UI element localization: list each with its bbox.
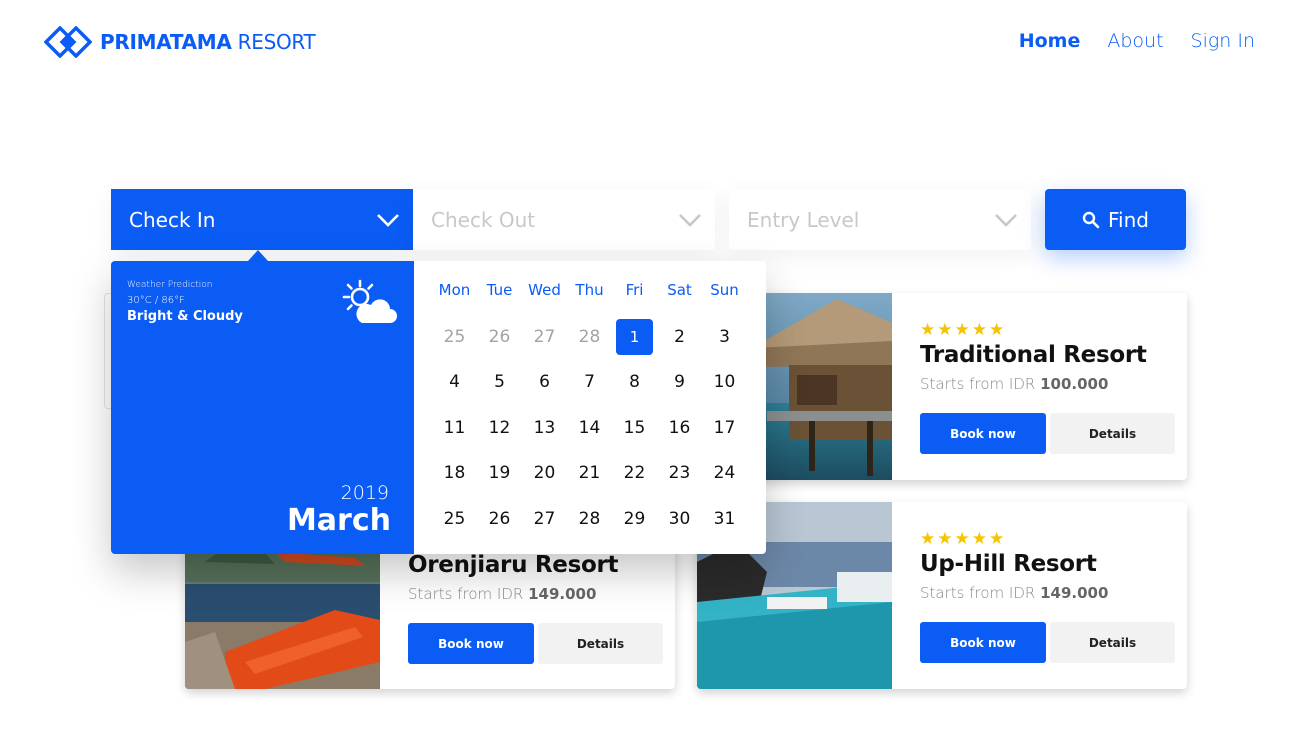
picker-pointer xyxy=(248,250,268,261)
calendar-day[interactable]: 13 xyxy=(522,405,567,451)
calendar-day[interactable]: 9 xyxy=(657,360,702,406)
brand-name: PRIMATAMA RESORT xyxy=(100,30,316,54)
resort-info: ★★★★★ Traditional Resort Starts from IDR… xyxy=(892,293,1187,480)
calendar-day[interactable]: 4 xyxy=(432,360,477,406)
find-button[interactable]: Find xyxy=(1045,189,1186,250)
calendar-day[interactable]: 28 xyxy=(567,314,612,360)
calendar-day[interactable]: 23 xyxy=(657,451,702,497)
weekday-label: Wed xyxy=(528,281,561,299)
check-in-dropdown[interactable]: Check In xyxy=(111,189,413,250)
weather-panel: Weather Prediction 30°C / 86°F Bright & … xyxy=(111,261,414,554)
sun-cloud-icon xyxy=(342,279,397,323)
weather-temperature: 30°C / 86°F xyxy=(127,295,185,306)
calendar-day-selected[interactable]: 1 xyxy=(612,314,657,360)
calendar-day[interactable]: 25 xyxy=(432,314,477,360)
resort-price: Starts from IDR 100.000 xyxy=(920,375,1109,393)
entry-level-label: Entry Level xyxy=(747,207,860,232)
rating-stars: ★★★★★ xyxy=(920,529,1007,549)
calendar-day[interactable]: 5 xyxy=(477,360,522,406)
calendar-day[interactable]: 8 xyxy=(612,360,657,406)
calendar-day[interactable]: 30 xyxy=(657,496,702,542)
find-label: Find xyxy=(1108,207,1149,232)
nav-sign-in-link[interactable]: Sign In xyxy=(1191,30,1255,52)
main-nav: Home About Sign In xyxy=(1019,30,1255,52)
rating-stars: ★★★★★ xyxy=(920,320,1007,340)
book-now-button[interactable]: Book now xyxy=(920,622,1046,663)
logo-icon xyxy=(44,26,92,58)
weekday-header: Mon Tue Wed Thu Fri Sat Sun xyxy=(432,281,747,299)
calendar-days: 25 26 27 28 1 2 3 4 5 6 7 8 9 10 11 12 13 14 15 16 17 18 19 20 2… xyxy=(432,314,747,542)
calendar-day[interactable]: 20 xyxy=(522,451,567,497)
check-in-label: Check In xyxy=(129,207,216,232)
book-now-button[interactable]: Book now xyxy=(920,413,1046,454)
calendar-day[interactable]: 27 xyxy=(522,314,567,360)
resort-price: Starts from IDR 149.000 xyxy=(408,585,597,603)
calendar-day[interactable]: 6 xyxy=(522,360,567,406)
calendar-day[interactable]: 26 xyxy=(477,496,522,542)
calendar-day[interactable]: 17 xyxy=(702,405,747,451)
calendar-day[interactable]: 11 xyxy=(432,405,477,451)
nav-home-link[interactable]: Home xyxy=(1019,30,1081,52)
details-button[interactable]: Details xyxy=(1050,622,1175,663)
resort-name: Orenjiaru Resort xyxy=(408,552,619,578)
nav-about-link[interactable]: About xyxy=(1107,30,1163,52)
check-out-label: Check Out xyxy=(431,207,536,232)
calendar-day[interactable]: 22 xyxy=(612,451,657,497)
date-picker: Weather Prediction 30°C / 86°F Bright & … xyxy=(111,261,766,554)
weekday-label: Sat xyxy=(667,281,692,299)
book-now-button[interactable]: Book now xyxy=(408,623,534,664)
weather-title: Weather Prediction xyxy=(127,280,213,290)
calendar-day[interactable]: 19 xyxy=(477,451,522,497)
details-button[interactable]: Details xyxy=(538,623,663,664)
calendar-day[interactable]: 2 xyxy=(657,314,702,360)
calendar-day[interactable]: 31 xyxy=(702,496,747,542)
calendar-day[interactable]: 3 xyxy=(702,314,747,360)
calendar-day[interactable]: 28 xyxy=(567,496,612,542)
calendar-day[interactable]: 29 xyxy=(612,496,657,542)
resort-card-traditional: ★★★★★ Traditional Resort Starts from IDR… xyxy=(697,293,1187,480)
calendar-month: March xyxy=(286,503,391,538)
search-icon xyxy=(1082,211,1100,228)
entry-level-dropdown[interactable]: Entry Level xyxy=(729,189,1031,250)
calendar-year: 2019 xyxy=(340,482,389,504)
calendar-day[interactable]: 21 xyxy=(567,451,612,497)
chevron-down-icon xyxy=(995,213,1017,227)
calendar-day[interactable]: 18 xyxy=(432,451,477,497)
weekday-label: Mon xyxy=(438,281,471,299)
weather-description: Bright & Cloudy xyxy=(127,309,243,324)
brand-logo[interactable]: PRIMATAMA RESORT xyxy=(44,26,316,58)
calendar-day[interactable]: 24 xyxy=(702,451,747,497)
resort-price: Starts from IDR 149.000 xyxy=(920,584,1109,602)
resort-card-up-hill: ★★★★★ Up-Hill Resort Starts from IDR 149… xyxy=(697,502,1187,689)
calendar-day[interactable]: 10 xyxy=(702,360,747,406)
details-button[interactable]: Details xyxy=(1050,413,1175,454)
chevron-down-icon xyxy=(679,213,701,227)
booking-search-bar: Check In Check Out Entry Level Find xyxy=(111,189,1186,250)
check-out-dropdown[interactable]: Check Out xyxy=(413,189,715,250)
calendar-day[interactable]: 7 xyxy=(567,360,612,406)
calendar-day[interactable]: 12 xyxy=(477,405,522,451)
calendar-day[interactable]: 27 xyxy=(522,496,567,542)
calendar-day[interactable]: 14 xyxy=(567,405,612,451)
calendar-day[interactable]: 16 xyxy=(657,405,702,451)
resort-info: ★★★★★ Up-Hill Resort Starts from IDR 149… xyxy=(892,502,1187,689)
resort-name: Up-Hill Resort xyxy=(920,551,1097,577)
weekday-label: Tue xyxy=(486,281,513,299)
calendar-grid-panel: Mon Tue Wed Thu Fri Sat Sun 25 26 27 28 1 2 3 4 5 6 7 8 9 1… xyxy=(414,261,766,554)
weekday-label: Thu xyxy=(575,281,604,299)
calendar-day[interactable]: 26 xyxy=(477,314,522,360)
resort-name: Traditional Resort xyxy=(920,342,1147,368)
chevron-down-icon xyxy=(377,213,399,227)
weekday-label: Sun xyxy=(710,281,739,299)
weekday-label: Fri xyxy=(625,281,644,299)
calendar-day[interactable]: 25 xyxy=(432,496,477,542)
calendar-day[interactable]: 15 xyxy=(612,405,657,451)
